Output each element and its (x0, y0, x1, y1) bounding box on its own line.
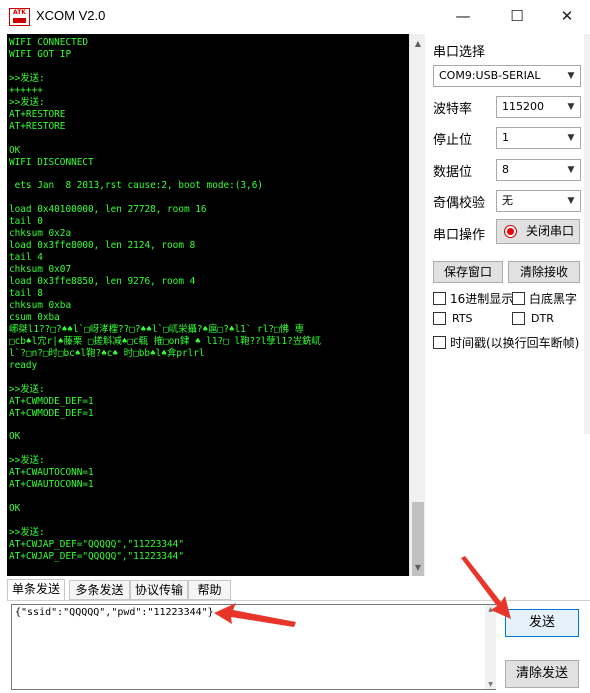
send-tabs: 单条发送 多条发送 协议传输 帮助 (7, 579, 237, 601)
checkbox-box (512, 292, 525, 305)
rts-checkbox[interactable]: RTS (433, 312, 473, 325)
clear-receive-button[interactable]: 清除接收 (508, 261, 580, 283)
scroll-up-icon[interactable]: ▲ (410, 36, 426, 52)
port-select-value: COM9:USB-SERIAL (439, 69, 541, 82)
chevron-down-icon: ▼ (567, 102, 575, 112)
minimize-button[interactable]: — (440, 0, 486, 34)
databit-select[interactable]: 8 ▼ (496, 159, 581, 181)
close-port-button[interactable]: 关闭串口 (496, 219, 580, 244)
timestamp-checkbox[interactable]: 时间戳(以换行回车断帧) (433, 334, 579, 351)
save-window-button[interactable]: 保存窗口 (433, 261, 503, 283)
maximize-button[interactable]: ☐ (494, 0, 540, 34)
port-op-label: 串口操作 (433, 228, 486, 243)
checkbox-box (433, 312, 446, 325)
close-button[interactable]: ✕ (544, 0, 590, 34)
stopbit-select-value: 1 (502, 131, 509, 144)
settings-scrollbar[interactable] (584, 34, 590, 434)
clear-send-button[interactable]: 清除发送 (505, 660, 579, 688)
tab-protocol[interactable]: 协议传输 (130, 580, 188, 600)
receive-terminal[interactable]: WIFI CONNECTED WIFI GOT IP >>发送: ++++++ … (7, 34, 409, 576)
tab-single-send[interactable]: 单条发送 (7, 579, 65, 601)
tab-help[interactable]: 帮助 (188, 580, 231, 600)
databit-label: 数据位 (433, 165, 473, 180)
dtr-checkbox[interactable]: DTR (512, 312, 554, 325)
stopbit-label: 停止位 (433, 133, 473, 148)
chevron-down-icon: ▼ (567, 71, 575, 81)
terminal-text: WIFI CONNECTED WIFI GOT IP >>发送: ++++++ … (9, 37, 321, 562)
checkbox-box (433, 292, 446, 305)
port-select[interactable]: COM9:USB-SERIAL ▼ (433, 65, 581, 87)
window-title: XCOM V2.0 (36, 8, 106, 23)
parity-label: 奇偶校验 (433, 196, 486, 211)
databit-select-value: 8 (502, 163, 509, 176)
white-bg-checkbox[interactable]: 白底黑字 (512, 290, 577, 307)
checkbox-box (433, 336, 446, 349)
port-label: 串口选择 (433, 45, 486, 60)
scroll-up-icon[interactable]: ▲ (485, 606, 496, 613)
terminal-scrollbar[interactable]: ▲ ▼ (409, 34, 425, 576)
chevron-down-icon: ▼ (567, 165, 575, 175)
parity-select-value: 无 (502, 194, 513, 207)
send-input[interactable]: {"ssid":"QQQQQ","pwd":"11223344"} (11, 604, 496, 690)
baud-select-value: 115200 (502, 100, 544, 113)
chevron-down-icon: ▼ (567, 133, 575, 143)
baud-label: 波特率 (433, 102, 473, 117)
send-button[interactable]: 发送 (505, 609, 579, 637)
checkbox-box (512, 312, 525, 325)
tab-multi-send[interactable]: 多条发送 (69, 580, 130, 600)
scroll-down-icon[interactable]: ▼ (485, 681, 496, 688)
send-input-scrollbar[interactable]: ▲ ▼ (485, 605, 496, 689)
stopbit-select[interactable]: 1 ▼ (496, 127, 581, 149)
parity-select[interactable]: 无 ▼ (496, 190, 581, 212)
scroll-down-icon[interactable]: ▼ (410, 560, 426, 576)
port-status-icon (504, 225, 517, 238)
baud-select[interactable]: 115200 ▼ (496, 96, 581, 118)
app-logo-icon: ATK (9, 8, 30, 26)
title-bar: ATK XCOM V2.0 — ☐ ✕ (0, 0, 590, 34)
chevron-down-icon: ▼ (567, 196, 575, 206)
hex-display-checkbox[interactable]: 16进制显示 (433, 290, 513, 307)
